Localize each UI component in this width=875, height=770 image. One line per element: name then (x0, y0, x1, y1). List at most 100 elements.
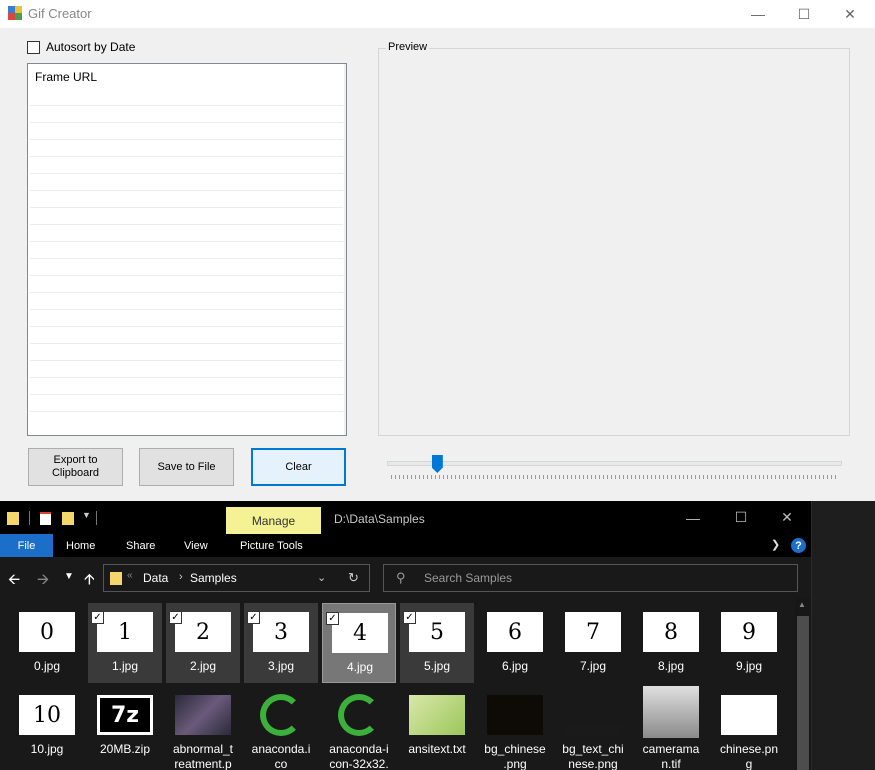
file-item[interactable]: 5 ✓ 5.jpg (400, 603, 474, 683)
file-item[interactable]: chinese.pn g (712, 686, 786, 770)
file-item[interactable]: 6 6.jpg (478, 603, 552, 683)
customize-quick-access-icon[interactable]: ▼ (82, 510, 91, 520)
file-thumbnail (409, 695, 465, 735)
file-item[interactable]: 10 10.jpg (10, 686, 84, 766)
expand-ribbon-icon[interactable]: ❯ (771, 538, 780, 551)
file-item[interactable]: anaconda.i co (244, 686, 318, 770)
new-folder-icon[interactable] (62, 512, 74, 525)
file-checkbox[interactable]: ✓ (326, 612, 339, 625)
list-scrollbar[interactable] (344, 64, 346, 435)
file-checkbox[interactable]: ✓ (169, 611, 182, 624)
separator (29, 511, 30, 525)
explorer-maximize-button[interactable]: ☐ (718, 501, 764, 534)
file-checkbox[interactable]: ✓ (91, 611, 104, 624)
scroll-up-icon[interactable]: ▲ (798, 600, 806, 609)
list-gridline (30, 105, 343, 106)
minimize-button[interactable]: — (735, 0, 781, 28)
file-item[interactable]: bg_chinese .png (478, 686, 552, 770)
file-item[interactable]: 2 ✓ 2.jpg (166, 603, 240, 683)
autosort-label: Autosort by Date (46, 40, 136, 54)
tab-file[interactable]: File (0, 534, 53, 557)
explorer-minimize-button[interactable]: — (670, 501, 716, 534)
tab-share[interactable]: Share (126, 534, 155, 557)
file-item[interactable]: ansitext.txt (400, 686, 474, 766)
file-item[interactable]: camerama n.tif (634, 686, 708, 770)
chevron-left-icon[interactable]: « (127, 570, 133, 581)
file-item[interactable]: anaconda-i con-32x32. (322, 686, 396, 770)
chevron-right-icon[interactable]: › (179, 571, 183, 583)
file-thumbnail: 8 (643, 612, 699, 652)
tab-home[interactable]: Home (66, 534, 95, 557)
close-icon: ✕ (781, 509, 793, 525)
file-name: 6.jpg (501, 659, 529, 673)
ribbon-tabs: File Home Share View Picture Tools ❯ ? (0, 534, 811, 557)
file-thumbnail: 3 (253, 612, 309, 652)
autosort-checkbox[interactable] (27, 40, 40, 54)
file-item[interactable]: 7 7.jpg (556, 603, 630, 683)
file-name: camerama n.tif (642, 742, 700, 770)
autosort-checkbox-row[interactable]: Autosort by Date (27, 40, 135, 54)
help-icon[interactable]: ? (791, 538, 806, 553)
up-arrow-icon[interactable]: 🡩 (84, 569, 95, 594)
frame-url-header[interactable]: Frame URL (28, 64, 346, 90)
file-item[interactable]: 8 8.jpg (634, 603, 708, 683)
breadcrumb-data[interactable]: Data (143, 571, 168, 585)
folder-icon[interactable] (7, 512, 19, 525)
explorer-title: D:\Data\Samples (334, 512, 425, 526)
recent-locations-icon[interactable]: ▼ (64, 571, 74, 582)
file-grid-scrollbar[interactable]: ▲ (795, 598, 811, 770)
list-gridline (30, 190, 343, 191)
file-item[interactable]: 1 ✓ 1.jpg (88, 603, 162, 683)
title-bar: Gif Creator — ☐ ✕ (0, 0, 875, 28)
clear-button[interactable]: Clear (251, 448, 346, 486)
file-name: bg_text_chi nese.png (562, 742, 624, 770)
forward-arrow-icon[interactable]: 🡪 (37, 569, 49, 594)
chevron-down-icon[interactable]: ⌄ (317, 571, 326, 584)
frame-slider-thumb[interactable] (431, 455, 443, 473)
close-button[interactable]: ✕ (827, 0, 873, 28)
file-checkbox[interactable]: ✓ (247, 611, 260, 624)
list-gridline (30, 275, 343, 276)
file-item[interactable]: 9 9.jpg (712, 603, 786, 683)
file-name: 5.jpg (423, 659, 451, 673)
file-thumbnail: 5 (409, 612, 465, 652)
file-item[interactable]: abnormal_t reatment.p (166, 686, 240, 770)
file-explorer-window: ▼ Manage D:\Data\Samples — ☐ ✕ File Home… (0, 501, 812, 770)
tab-picture-tools[interactable]: Picture Tools (240, 534, 303, 557)
frame-slider-track[interactable] (387, 461, 842, 466)
address-bar[interactable]: « Data › Samples ⌄ ↻ (103, 564, 370, 592)
file-item[interactable]: 3 ✓ 3.jpg (244, 603, 318, 683)
list-gridline (30, 173, 343, 174)
file-thumbnail (260, 694, 302, 736)
file-item[interactable]: 0 0.jpg (10, 603, 84, 683)
file-item[interactable]: bg_text_chi nese.png (556, 686, 630, 770)
frame-url-list[interactable]: Frame URL (27, 63, 347, 436)
list-gridline (30, 394, 343, 395)
properties-icon[interactable] (40, 512, 51, 525)
tab-view[interactable]: View (184, 534, 208, 557)
explorer-close-button[interactable]: ✕ (764, 501, 810, 534)
scrollbar-thumb[interactable] (797, 616, 809, 770)
export-to-clipboard-button[interactable]: Export to Clipboard (28, 448, 123, 486)
close-icon: ✕ (844, 5, 856, 22)
save-to-file-button[interactable]: Save to File (139, 448, 234, 486)
search-input[interactable]: ⚲ Search Samples (383, 564, 798, 592)
manage-contextual-tab[interactable]: Manage (226, 507, 321, 534)
list-gridline (30, 326, 343, 327)
file-thumbnail: 10 (19, 695, 75, 735)
file-item[interactable]: 4 ✓ 4.jpg (322, 603, 396, 683)
list-gridline (30, 292, 343, 293)
file-name: bg_chinese .png (484, 742, 546, 770)
breadcrumb-samples[interactable]: Samples (190, 571, 237, 585)
file-item[interactable]: 7z 20MB.zip (88, 686, 162, 766)
file-grid: 0 0.jpg 1 ✓ 1.jpg 2 ✓ 2.jpg 3 ✓ 3.jpg 4 ✓ 4.jpg 5 ✓ 5.jp… (0, 598, 795, 770)
gif-creator-window: Gif Creator — ☐ ✕ Autosort by Date Frame… (0, 0, 875, 501)
file-checkbox[interactable]: ✓ (403, 611, 416, 624)
list-gridline (30, 156, 343, 157)
search-icon: ⚲ (396, 570, 406, 585)
file-thumbnail: 7z (97, 695, 153, 735)
back-arrow-icon[interactable]: 🡨 (8, 569, 20, 594)
file-name: 1.jpg (111, 659, 139, 673)
refresh-icon[interactable]: ↻ (348, 570, 359, 586)
maximize-button[interactable]: ☐ (781, 0, 827, 28)
